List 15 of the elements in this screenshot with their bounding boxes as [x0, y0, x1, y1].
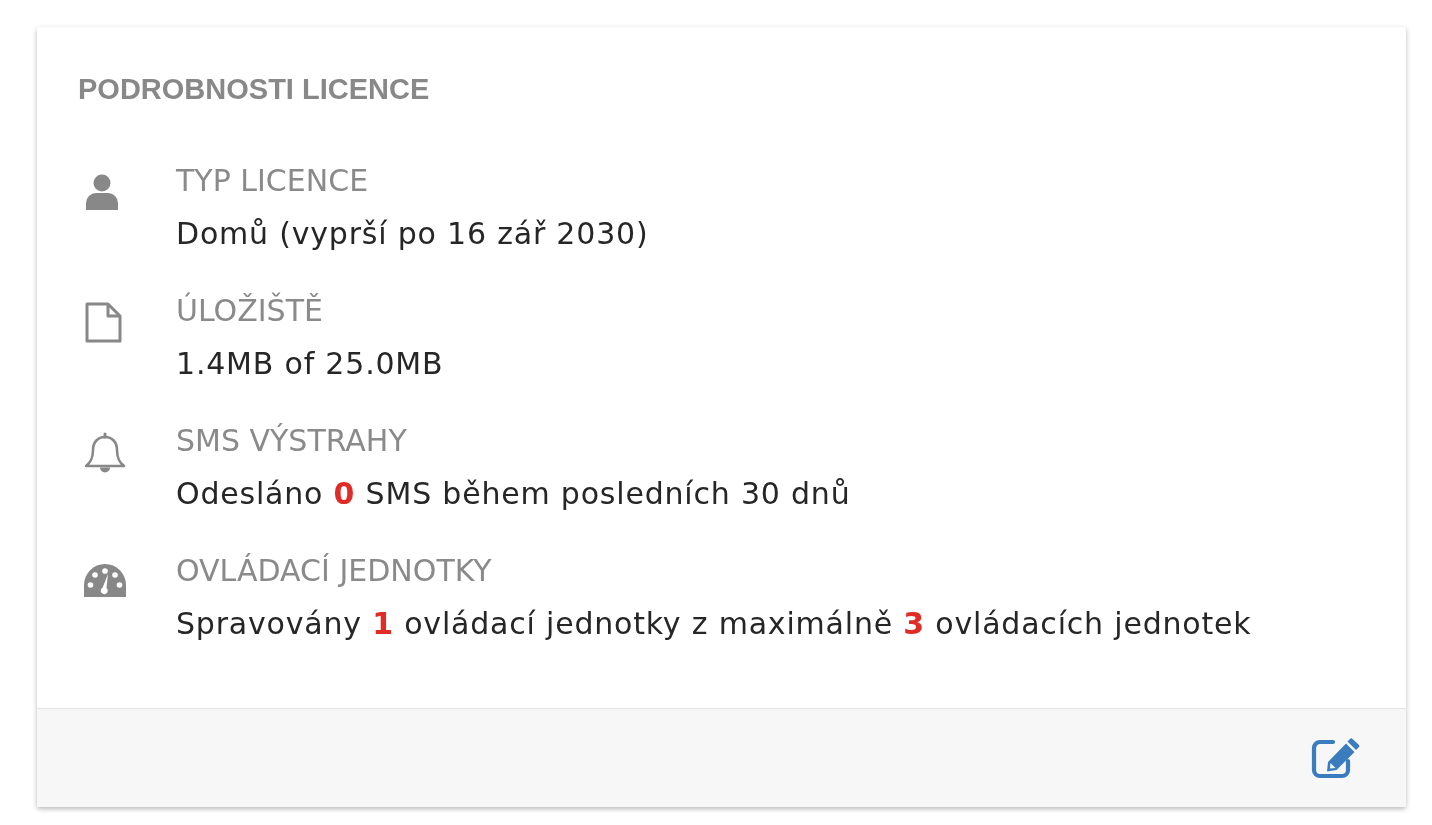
field-value: Domů (vyprší po 16 zář 2030)	[176, 215, 649, 253]
panel-title: PODROBNOSTI LICENCE	[78, 72, 430, 107]
field-value: Spravovány 1 ovládací jednotky z maximálně 3 ovládacích jednotek	[176, 605, 1252, 643]
field-value: Odesláno 0 SMS během posledních 30 dnů	[176, 475, 851, 513]
document-icon	[84, 302, 122, 343]
field-label: SMS VÝSTRAHY	[176, 422, 407, 460]
field-value: 1.4MB of 25.0MB	[176, 345, 444, 383]
field-label: ÚLOŽIŠTĚ	[176, 291, 323, 330]
field-label: OVLÁDACÍ JEDNOTKY	[176, 552, 492, 590]
person-icon	[84, 174, 120, 210]
field-label: TYP LICENCE	[176, 162, 369, 200]
edit-icon	[1311, 737, 1362, 779]
edit-button[interactable]	[1311, 737, 1362, 779]
bell-icon	[84, 432, 126, 474]
gauge-icon	[84, 564, 126, 597]
